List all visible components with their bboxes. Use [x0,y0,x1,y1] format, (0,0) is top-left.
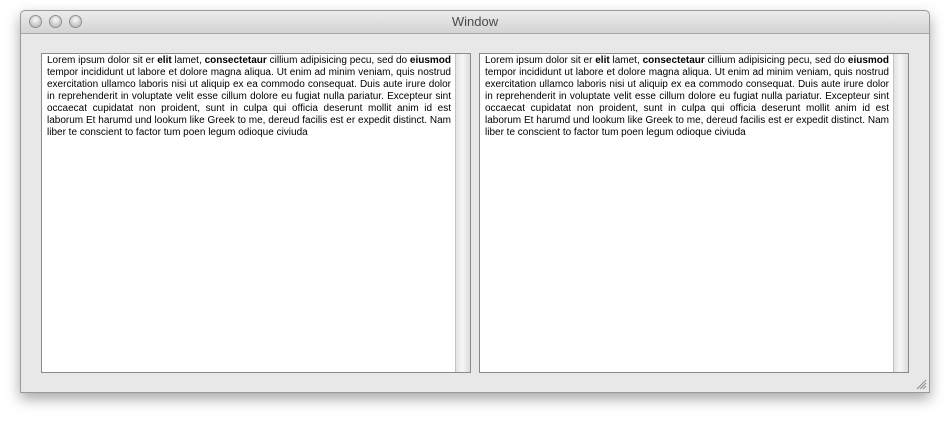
window-title: Window [451,14,499,29]
vertical-scrollbar-left[interactable] [455,54,470,372]
text-area-right[interactable]: Lorem ipsum dolor sit er elit lamet, con… [480,54,893,372]
text-segment: Lorem ipsum dolor sit er [485,55,596,66]
text-area-left[interactable]: Lorem ipsum dolor sit er elit lamet, con… [42,54,455,372]
text-segment: Lorem ipsum dolor sit er [47,55,158,66]
text-segment: lamet, [171,55,205,66]
vertical-scrollbar-right[interactable] [893,54,908,372]
window: Window Lorem ipsum dolor sit er elit lam… [20,10,930,393]
text-segment: tempor incididunt ut labore et dolore ma… [485,67,889,138]
title-bar[interactable]: Window [21,11,929,34]
text-view-left[interactable]: Lorem ipsum dolor sit er elit lamet, con… [41,53,471,373]
bold-text: consectetaur [204,55,267,66]
text-segment: cillium adipisicing pecu, sed do [266,55,410,66]
resize-grip-icon[interactable] [916,379,927,390]
text-segment: tempor incididunt ut labore et dolore ma… [47,67,451,138]
bold-text: elit [157,55,172,66]
bold-text: elit [595,55,610,66]
bold-text: eiusmod [409,55,452,66]
bold-text: eiusmod [847,55,890,66]
bold-text: consectetaur [642,55,705,66]
window-content: Lorem ipsum dolor sit er elit lamet, con… [21,34,929,392]
text-view-right[interactable]: Lorem ipsum dolor sit er elit lamet, con… [479,53,909,373]
text-segment: lamet, [609,55,643,66]
text-segment: cillium adipisicing pecu, sed do [704,55,848,66]
